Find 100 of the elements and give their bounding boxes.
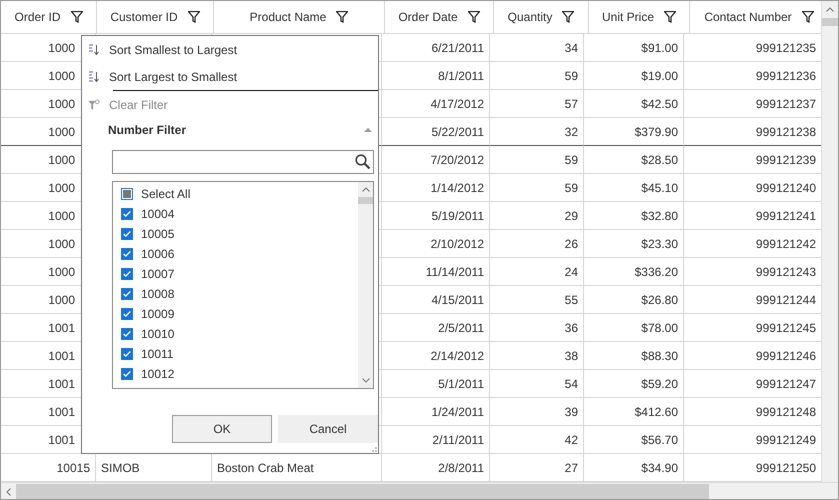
table-cell: 10015 [56,460,90,474]
scroll-thumb[interactable] [358,197,373,204]
table-cell: 34 [564,40,578,54]
filter-icon[interactable] [664,11,676,23]
column-header[interactable]: Quantity [494,1,589,34]
column-header[interactable]: Order ID [1,1,97,34]
checkbox[interactable] [121,328,133,340]
column-header[interactable]: Unit Price [589,1,690,34]
filter-icon[interactable] [802,11,814,23]
filter-icon[interactable] [188,11,200,23]
scroll-thumb[interactable] [822,18,838,26]
checkbox[interactable] [121,268,133,280]
table-cell: $19.00 [641,68,678,82]
list-item[interactable]: 10012 [121,364,358,384]
table-cell: 55 [564,292,578,306]
checkbox[interactable] [121,288,133,300]
checkbox[interactable] [121,228,133,240]
sort-icon [88,44,100,56]
table-cell: 5/22/2011 [432,124,484,138]
checkbox[interactable] [121,248,133,260]
ok-button[interactable]: OK [172,415,272,443]
table-cell: $412.60 [634,404,678,418]
list-item[interactable]: 10010 [121,324,358,344]
table-cell: $88.30 [641,348,678,362]
list-item[interactable]: 10011 [121,344,358,364]
list-item[interactable]: 10004 [121,204,358,224]
table-cell: $28.50 [641,152,678,166]
table-cell: 59 [564,152,578,166]
filter-icon[interactable] [70,11,82,23]
list-item[interactable]: 10005 [121,224,358,244]
column-header[interactable]: Order Date [385,1,494,34]
scroll-thumb[interactable] [16,484,709,499]
table-cell: 1000 [48,208,75,222]
table-cell: 999121236 [756,68,816,82]
table-cell: 999121244 [756,292,816,306]
table-cell: 36 [564,320,578,334]
list-item[interactable]: 10009 [121,304,358,324]
checkbox[interactable] [121,208,133,220]
table-cell: 1001 [48,320,75,334]
check-icon [122,368,132,380]
table-cell: 27 [564,460,578,474]
table-cell: 999121246 [756,348,816,362]
search-icon [355,154,371,170]
table-cell: 999121235 [756,40,816,54]
table-cell: 38 [564,348,578,362]
checkbox[interactable] [121,368,133,380]
check-icon [122,268,132,280]
table-cell: 26 [564,236,578,250]
table-cell: 2/8/2011 [438,460,484,474]
sort-menu-item[interactable]: Sort Largest to Smallest [82,63,378,90]
table-cell: 42 [564,432,578,446]
table-cell: 1001 [48,432,75,446]
table-cell: Boston Crab Meat [217,460,314,474]
check-icon [122,208,132,220]
sort-menu-item[interactable]: Sort Smallest to Largest [82,36,378,63]
check-icon [122,228,132,240]
list-scrollbar[interactable] [358,182,373,388]
section-title: Number Filter [108,123,186,137]
horizontal-scrollbar[interactable] [1,482,838,499]
table-cell: 6/21/2011 [432,40,484,54]
table-cell: 999121240 [756,180,816,194]
column-header[interactable]: Customer ID [97,1,214,34]
table-cell: 54 [564,376,578,390]
table-cell: 57 [564,96,578,110]
vertical-scrollbar[interactable] [821,1,838,482]
clear-filter-icon [88,98,100,110]
sort-icon [88,70,100,82]
filter-icon[interactable] [468,11,480,23]
table-cell: $23.30 [641,236,678,250]
table-cell: 1000 [48,180,75,194]
table-cell: 999121238 [756,124,816,138]
collapse-icon[interactable] [364,127,372,133]
scroll-up-icon[interactable] [826,7,834,12]
table-cell: 999121242 [756,236,816,250]
check-icon [122,348,132,360]
checkbox[interactable] [121,188,133,200]
filter-icon[interactable] [562,11,574,23]
list-item[interactable]: 10006 [121,244,358,264]
cancel-button[interactable]: Cancel [278,415,378,443]
table-cell: 1001 [48,404,75,418]
scroll-left-icon[interactable] [6,488,11,496]
table-cell: 1000 [48,264,75,278]
table-cell: $34.90 [641,460,678,474]
list-item[interactable]: 10007 [121,264,358,284]
table-cell: 999121247 [756,376,816,390]
column-header[interactable]: Product Name [214,1,385,34]
filter-icon[interactable] [336,11,348,23]
table-cell: 999121245 [756,320,816,334]
checkbox[interactable] [121,308,133,320]
table-cell: $91.00 [641,40,678,54]
checkbox[interactable] [121,348,133,360]
list-item[interactable]: 10008 [121,284,358,304]
table-cell: 999121243 [756,264,816,278]
table-cell: 2/5/2011 [438,320,484,334]
table-cell: 1000 [48,124,75,138]
search-field[interactable] [112,150,374,174]
table-cell: 8/1/2011 [438,68,484,82]
table-cell: 999121250 [756,460,816,474]
table-cell: 5/19/2011 [432,208,484,222]
list-item[interactable]: Select All [121,184,358,204]
